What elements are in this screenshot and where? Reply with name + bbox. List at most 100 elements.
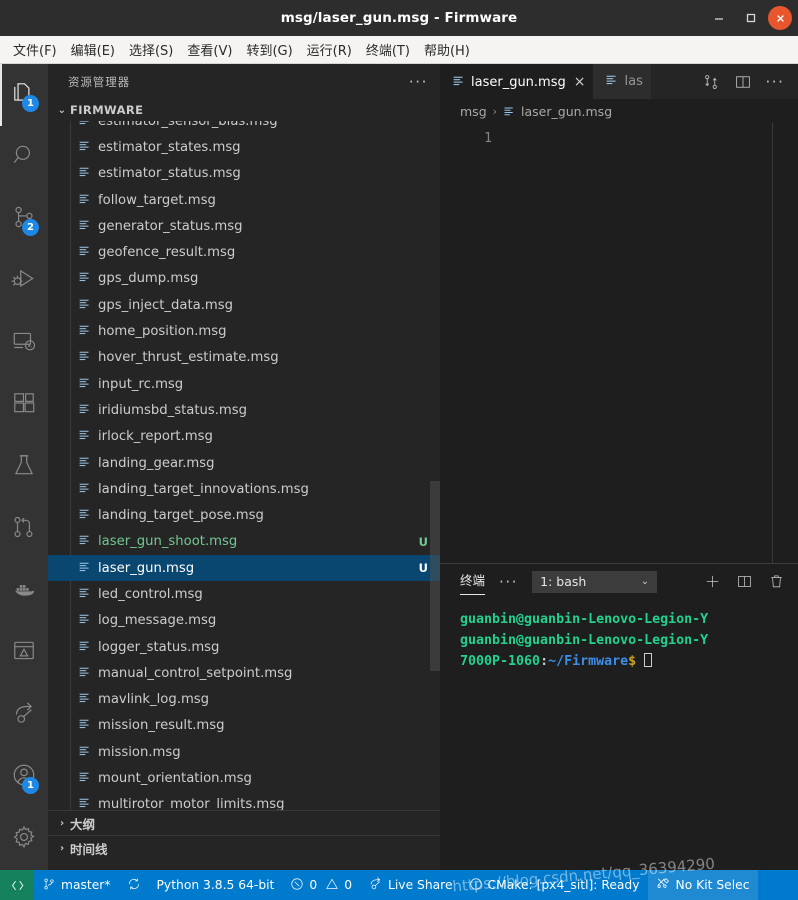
warning-icon xyxy=(325,877,339,894)
activity-item-testing[interactable] xyxy=(0,436,48,498)
breadcrumb-item-folder[interactable]: msg xyxy=(460,104,487,119)
file-tree-item[interactable]: mission.msg xyxy=(48,739,440,765)
file-tree[interactable]: estimator_sensor_bias.msg estimator_state… xyxy=(48,121,440,810)
file-tree-item[interactable]: landing_gear.msg xyxy=(48,450,440,476)
sidebar-scrollbar[interactable] xyxy=(430,121,440,810)
file-tree-item[interactable]: mavlink_log.msg xyxy=(48,687,440,713)
sidebar-panel-timeline[interactable]: › 时间线 xyxy=(48,835,440,860)
kill-terminal-button[interactable] xyxy=(760,567,792,597)
file-tree-item[interactable]: multirotor_motor_limits.msg xyxy=(48,792,440,810)
file-tree-item[interactable]: laser_gun_shoot.msg U xyxy=(48,529,440,555)
file-tree-item[interactable]: geofence_result.msg xyxy=(48,239,440,265)
menu-item-help[interactable]: 帮助(H) xyxy=(417,38,477,61)
minimize-button[interactable] xyxy=(704,3,734,33)
file-tree-item[interactable]: irlock_report.msg xyxy=(48,424,440,450)
terminal-selector[interactable]: 1: bash ⌄ xyxy=(532,570,658,593)
file-tree-item-label: led_control.msg xyxy=(98,586,203,602)
maximize-button[interactable] xyxy=(736,3,766,33)
activity-item-live-share[interactable] xyxy=(0,684,48,746)
file-tree-item[interactable]: mount_orientation.msg xyxy=(48,765,440,791)
status-item-python-interpreter[interactable]: Python 3.8.5 64-bit xyxy=(149,870,283,900)
menu-item-view[interactable]: 查看(V) xyxy=(180,38,239,61)
activity-item-accounts[interactable]: 1 xyxy=(0,746,48,808)
file-tree-item-label: gps_dump.msg xyxy=(98,271,199,287)
activity-item-git-graph[interactable] xyxy=(0,498,48,560)
status-item-sync[interactable] xyxy=(119,870,149,900)
file-tree-item[interactable]: follow_target.msg xyxy=(48,187,440,213)
editor-tab-laser-gun[interactable]: laser_gun.msg × xyxy=(440,64,594,99)
activity-item-run-and-debug[interactable] xyxy=(0,250,48,312)
file-tree-item[interactable]: led_control.msg xyxy=(48,581,440,607)
file-tree-item-label: multirotor_motor_limits.msg xyxy=(98,797,285,810)
file-tree-item-label: mavlink_log.msg xyxy=(98,692,210,708)
file-tree-item[interactable]: estimator_sensor_bias.msg xyxy=(48,121,440,134)
activity-item-docker[interactable] xyxy=(0,560,48,622)
sidebar-scrollbar-thumb[interactable] xyxy=(430,481,440,671)
msg-file-icon xyxy=(78,533,91,550)
file-tree-item[interactable]: estimator_status.msg xyxy=(48,161,440,187)
menu-item-go[interactable]: 转到(G) xyxy=(239,38,299,61)
menu-item-selection[interactable]: 选择(S) xyxy=(122,38,180,61)
status-cmake-kit-label: No Kit Selec xyxy=(675,878,750,892)
terminal-line: guanbin@guanbin-Lenovo-Legion-Y xyxy=(460,609,798,630)
file-tree-item-label: follow_target.msg xyxy=(98,192,216,208)
gear-icon xyxy=(11,824,37,854)
activity-item-explorer[interactable]: 1 xyxy=(0,64,48,126)
file-tree-item[interactable]: gps_dump.msg xyxy=(48,266,440,292)
file-tree-item[interactable]: generator_status.msg xyxy=(48,213,440,239)
status-item-cmake-kit[interactable]: No Kit Selec xyxy=(647,870,758,900)
status-item-cmake[interactable]: CMake: [px4_sitl]: Ready xyxy=(461,870,648,900)
terminal-output[interactable]: guanbin@guanbin-Lenovo-Legion-Y guanbin@… xyxy=(440,599,798,672)
breadcrumb-item-file[interactable]: laser_gun.msg xyxy=(521,104,612,119)
open-changes-button[interactable] xyxy=(696,64,726,99)
file-tree-item[interactable]: manual_control_setpoint.msg xyxy=(48,660,440,686)
file-tree-item[interactable]: gps_inject_data.msg xyxy=(48,292,440,318)
file-tree-item[interactable]: mission_result.msg xyxy=(48,713,440,739)
file-tree-item-label: hover_thrust_estimate.msg xyxy=(98,350,279,366)
file-tree-item[interactable]: laser_gun.msg U xyxy=(48,555,440,582)
sidebar-more-icon[interactable]: ··· xyxy=(409,74,428,89)
file-tree-item-label: manual_control_setpoint.msg xyxy=(98,665,293,681)
editor-tab-secondary[interactable]: las xyxy=(593,64,651,99)
file-tree-item-label: gps_inject_data.msg xyxy=(98,297,234,313)
panel-tab-terminal[interactable]: 终端 xyxy=(460,570,486,595)
close-button[interactable] xyxy=(768,6,792,30)
file-tree-item[interactable]: logger_status.msg xyxy=(48,634,440,660)
menu-item-run[interactable]: 运行(R) xyxy=(300,38,359,61)
activity-item-extensions[interactable] xyxy=(0,374,48,436)
file-tree-item-label: iridiumsbd_status.msg xyxy=(98,402,247,418)
status-item-branch[interactable]: master* xyxy=(34,870,119,900)
file-tree-item[interactable]: landing_target_pose.msg xyxy=(48,502,440,528)
status-item-problems[interactable]: 0 0 xyxy=(282,870,360,900)
file-tree-item[interactable]: estimator_states.msg xyxy=(48,134,440,160)
file-tree-item[interactable]: log_message.msg xyxy=(48,608,440,634)
activity-item-search[interactable] xyxy=(0,126,48,188)
window-controls xyxy=(704,0,792,36)
status-remote-indicator[interactable] xyxy=(0,870,34,900)
close-icon[interactable]: × xyxy=(574,75,586,89)
file-tree-item[interactable]: hover_thrust_estimate.msg xyxy=(48,345,440,371)
code-area[interactable]: 1 xyxy=(440,123,798,563)
activity-item-source-control[interactable]: 2 xyxy=(0,188,48,250)
more-actions-button[interactable]: ··· xyxy=(760,64,790,99)
status-item-live-share[interactable]: Live Share xyxy=(360,870,461,900)
activity-item-cmake[interactable] xyxy=(0,622,48,684)
file-tree-item-label: laser_gun.msg xyxy=(98,560,195,576)
folder-section-firmware[interactable]: ⌄ FIRMWARE xyxy=(48,99,440,121)
sidebar-panel-outline[interactable]: › 大纲 xyxy=(48,810,440,835)
split-editor-button[interactable] xyxy=(728,64,758,99)
activity-item-settings[interactable] xyxy=(0,808,48,870)
menu-item-file[interactable]: 文件(F) xyxy=(6,38,64,61)
file-tree-item[interactable]: landing_target_innovations.msg xyxy=(48,476,440,502)
split-terminal-button[interactable] xyxy=(728,567,760,597)
file-tree-item[interactable]: iridiumsbd_status.msg xyxy=(48,397,440,423)
file-tree-item[interactable]: home_position.msg xyxy=(48,318,440,344)
activity-item-remote-explorer[interactable] xyxy=(0,312,48,374)
live-share-icon xyxy=(11,700,37,730)
panel-more-icon[interactable]: ··· xyxy=(499,574,518,589)
status-python-label: Python 3.8.5 64-bit xyxy=(156,878,275,892)
new-terminal-button[interactable] xyxy=(696,567,728,597)
file-tree-item[interactable]: input_rc.msg xyxy=(48,371,440,397)
menu-item-edit[interactable]: 编辑(E) xyxy=(64,38,122,61)
menu-item-terminal[interactable]: 终端(T) xyxy=(359,38,417,61)
